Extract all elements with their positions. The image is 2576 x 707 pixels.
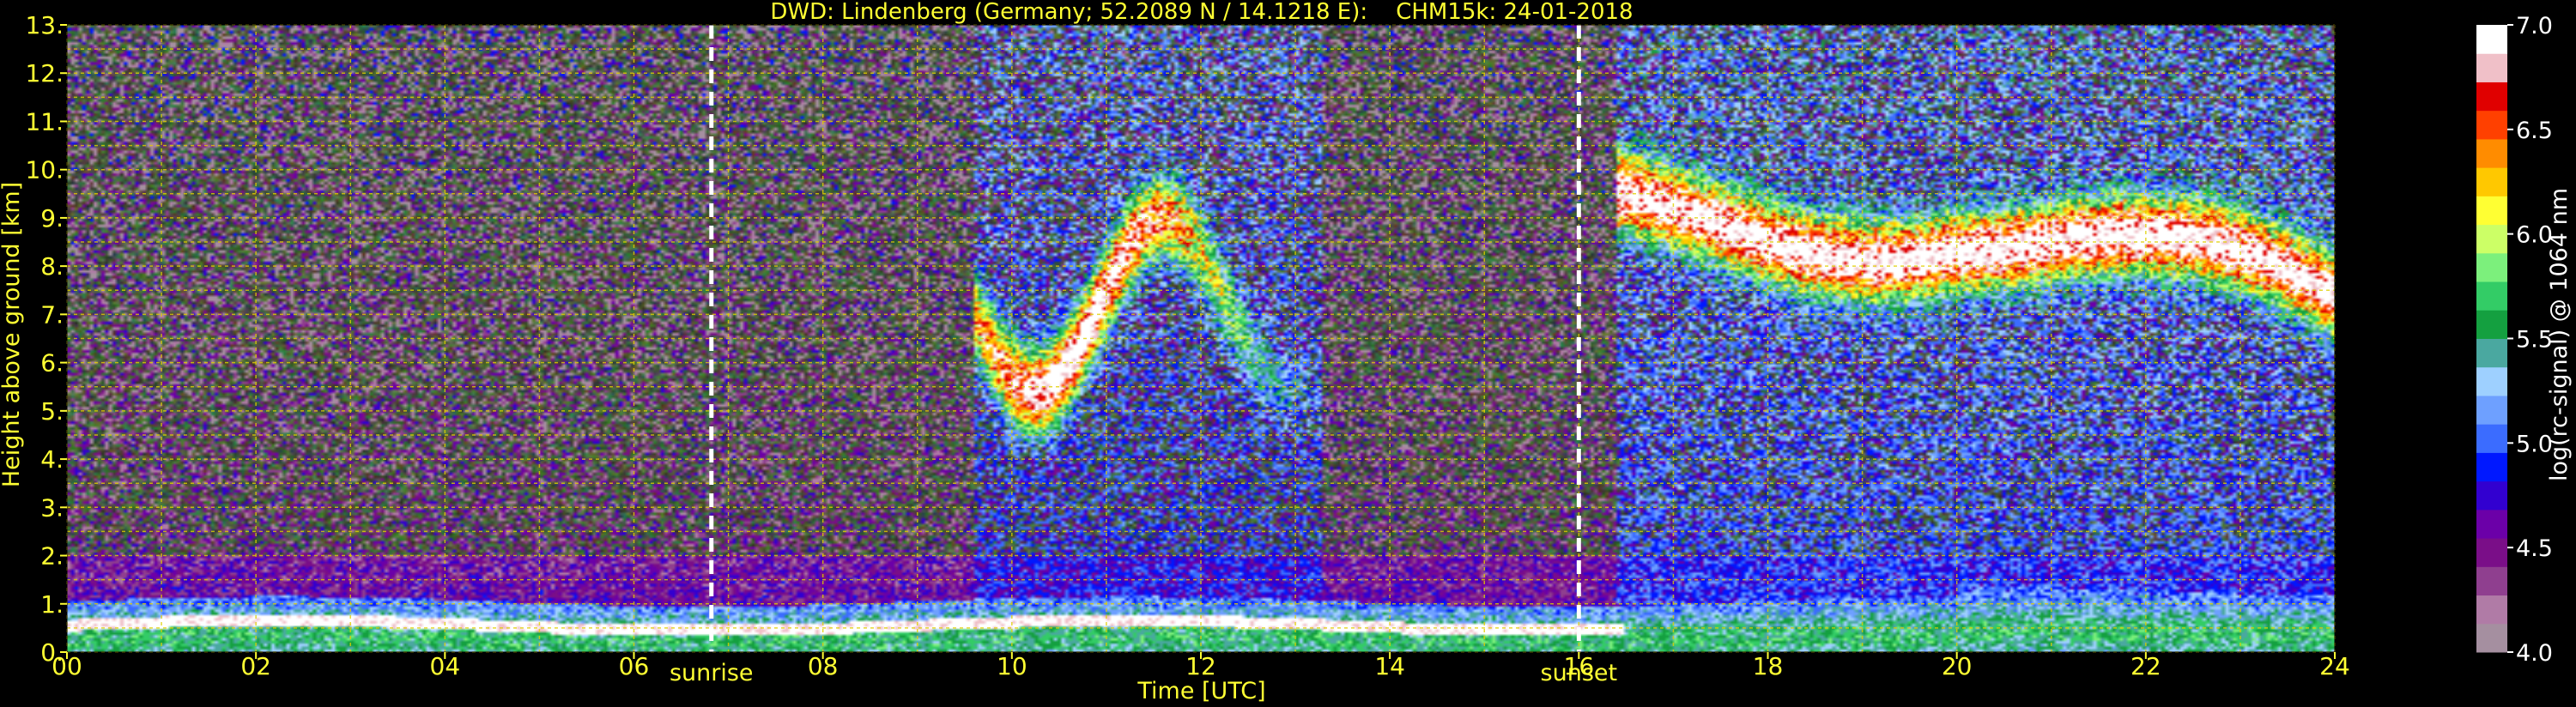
colorbar-segment bbox=[2476, 224, 2507, 254]
x-tick-label: 24 bbox=[2319, 652, 2350, 680]
y-tick-label: 12. bbox=[25, 59, 64, 88]
colorbar-tick-label: 6.5 bbox=[2516, 118, 2553, 144]
colorbar-segment bbox=[2476, 366, 2507, 396]
y-tick-label: 8. bbox=[40, 252, 64, 281]
colorbar-segment bbox=[2476, 538, 2507, 567]
y-tick-label: 10. bbox=[25, 156, 64, 184]
colorbar-segment bbox=[2476, 82, 2507, 112]
colorbar-segment bbox=[2476, 595, 2507, 625]
x-tick-label: 14 bbox=[1374, 652, 1405, 680]
x-tick-label: 04 bbox=[430, 652, 461, 680]
colorbar-segment bbox=[2476, 167, 2507, 196]
colorbar-label: log(rc-signal) @ 1064 nm bbox=[2546, 188, 2573, 481]
colorbar-segment bbox=[2476, 338, 2507, 368]
colorbar-tick-label: 7.0 bbox=[2516, 13, 2553, 39]
marker-label: sunrise bbox=[670, 660, 754, 686]
colorbar-segment bbox=[2476, 509, 2507, 539]
y-tick-label: 2. bbox=[40, 542, 64, 571]
colorbar-segment bbox=[2476, 53, 2507, 82]
colorbar-segment bbox=[2476, 252, 2507, 282]
y-tick-label: 4. bbox=[40, 445, 64, 474]
x-tick-label: 02 bbox=[240, 652, 271, 680]
y-tick-label: 9. bbox=[40, 204, 64, 233]
x-tick-label: 16 bbox=[1564, 652, 1595, 680]
x-tick-label: 12 bbox=[1185, 652, 1216, 680]
y-tick-label: 0. bbox=[40, 638, 64, 667]
x-axis-label: Time [UTC] bbox=[1136, 678, 1265, 704]
x-tick-label: 20 bbox=[1942, 652, 1973, 680]
colorbar-segment bbox=[2476, 25, 2507, 54]
colorbar-segment bbox=[2476, 566, 2507, 596]
chart-title: DWD: Lindenberg (Germany; 52.2089 N / 14… bbox=[770, 0, 1633, 25]
colorbar-tick-label: 4.0 bbox=[2516, 640, 2553, 667]
x-tick-label: 10 bbox=[997, 652, 1027, 680]
colorbar-segment bbox=[2476, 452, 2507, 482]
colorbar-segment bbox=[2476, 138, 2507, 168]
y-tick-label: 13. bbox=[25, 11, 64, 39]
y-tick-label: 5. bbox=[40, 397, 64, 426]
x-tick-label: 06 bbox=[619, 652, 650, 680]
x-tick-label: 22 bbox=[2131, 652, 2161, 680]
colorbar-segment bbox=[2476, 110, 2507, 140]
colorbar-segment bbox=[2476, 281, 2507, 311]
y-tick-label: 7. bbox=[40, 300, 64, 329]
y-tick-label: 1. bbox=[40, 590, 64, 619]
ceilometer-chart: sunrise sunset 00 02 04 06 08 10 12 14 16 18 20 22 24… bbox=[0, 0, 2573, 704]
y-axis-label: Height above ground [km] bbox=[0, 182, 25, 487]
x-tick-label: 18 bbox=[1753, 652, 1784, 680]
y-tick-label: 11. bbox=[25, 107, 64, 136]
colorbar-segment bbox=[2476, 623, 2507, 653]
x-tick-label: 08 bbox=[808, 652, 839, 680]
colorbar-segment bbox=[2476, 196, 2507, 226]
colorbar-segment bbox=[2476, 310, 2507, 339]
y-tick-label: 3. bbox=[40, 493, 64, 522]
colorbar: 4.04.55.05.56.06.57.0 bbox=[2476, 13, 2553, 667]
colorbar-segment bbox=[2476, 424, 2507, 453]
colorbar-segment bbox=[2476, 395, 2507, 425]
y-tick-label: 6. bbox=[40, 349, 64, 378]
colorbar-segment bbox=[2476, 480, 2507, 511]
colorbar-tick-label: 4.5 bbox=[2516, 535, 2553, 562]
